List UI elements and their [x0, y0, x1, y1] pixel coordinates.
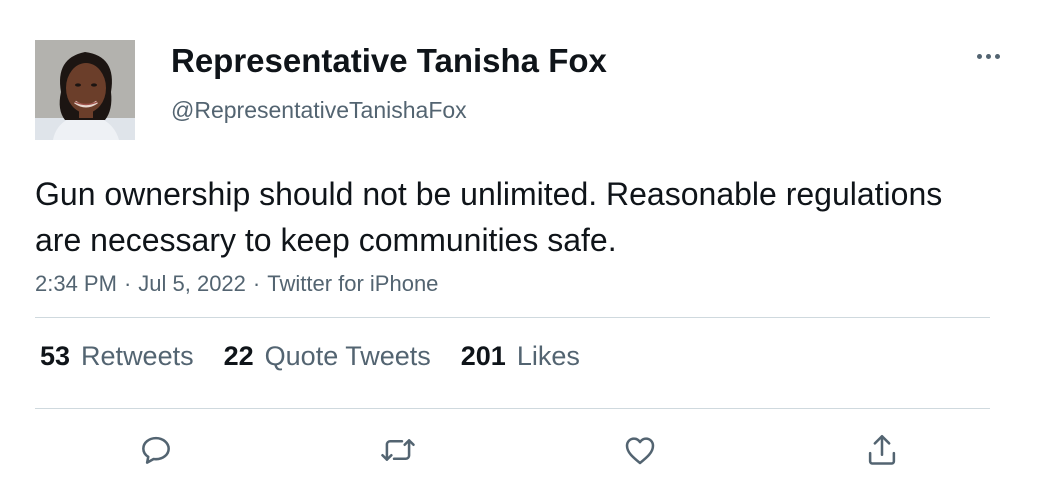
like-icon — [625, 437, 655, 465]
reply-button[interactable] — [134, 428, 178, 472]
tweet-text: Gun ownership should not be unlimited. R… — [35, 176, 943, 258]
meta-separator: · — [123, 271, 132, 296]
tweet-stats: 53 Retweets 22 Quote Tweets 201 Likes — [40, 341, 610, 372]
retweets-count: 53 — [40, 341, 71, 371]
retweet-icon — [381, 439, 415, 461]
share-icon — [868, 434, 896, 465]
meta-separator: · — [252, 271, 261, 296]
tweet-source[interactable]: Twitter for iPhone — [267, 271, 438, 296]
quote-tweets-count: 22 — [223, 341, 254, 371]
likes-label: Likes — [516, 341, 580, 371]
likes-stat[interactable]: 201 Likes — [461, 341, 580, 372]
divider — [35, 317, 990, 318]
more-dot — [994, 53, 1000, 59]
more-dot — [976, 53, 982, 59]
author-name[interactable]: Representative Tanisha Fox — [171, 42, 607, 80]
like-button[interactable] — [618, 428, 662, 472]
tweet-date[interactable]: Jul 5, 2022 — [138, 271, 246, 296]
author-handle[interactable]: @RepresentativeTanishaFox — [171, 97, 467, 124]
retweets-label: Retweets — [81, 341, 194, 371]
retweet-button[interactable] — [376, 428, 420, 472]
tweet-time[interactable]: 2:34 PM — [35, 271, 117, 296]
more-options-icon[interactable] — [968, 44, 1008, 68]
likes-count: 201 — [460, 341, 506, 371]
more-dot — [985, 53, 991, 59]
retweets-stat[interactable]: 53 Retweets — [40, 341, 194, 372]
quote-tweets-stat[interactable]: 22 Quote Tweets — [224, 341, 431, 372]
tweet-card: Representative Tanisha Fox @Representati… — [0, 0, 1050, 480]
tweet-meta: 2:34 PM · Jul 5, 2022 · Twitter for iPhone — [35, 271, 438, 297]
reply-icon — [142, 436, 170, 464]
divider — [35, 408, 990, 409]
avatar[interactable] — [35, 40, 135, 140]
quote-tweets-label: Quote Tweets — [264, 341, 431, 371]
avatar-photo — [35, 40, 135, 140]
share-button[interactable] — [860, 428, 904, 472]
